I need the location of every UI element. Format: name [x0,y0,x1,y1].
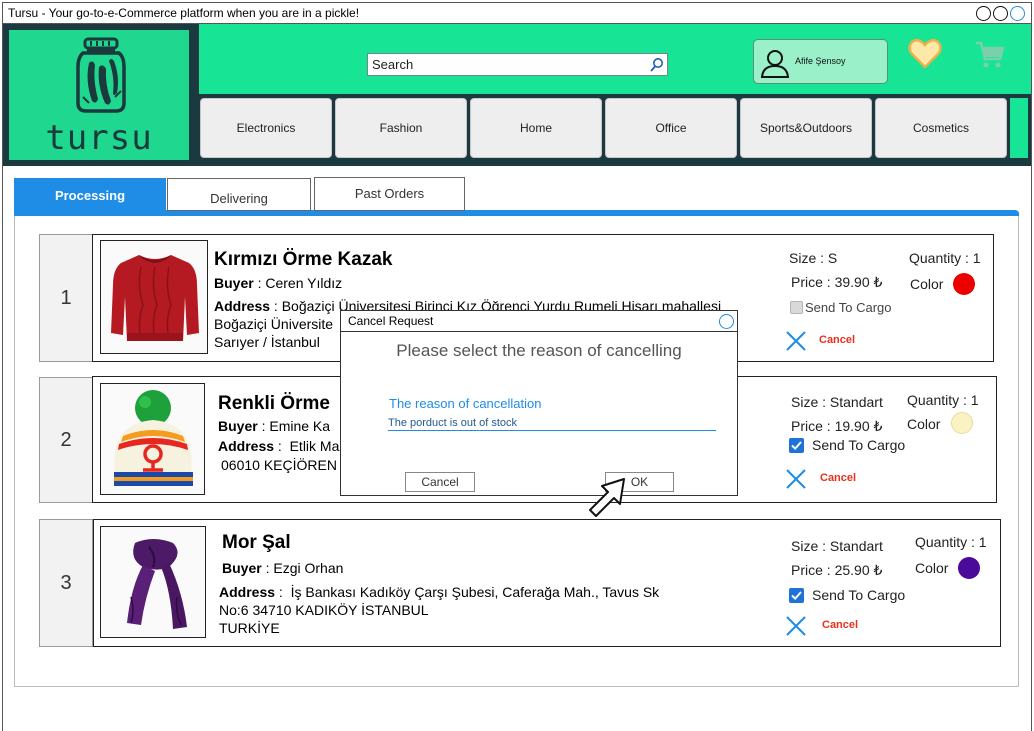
logo-text: tursu [45,118,153,158]
product-quantity: Quantity : 1 [907,392,979,408]
order-number: 1 [39,234,93,362]
product-quantity: Quantity : 1 [909,250,981,266]
logo[interactable]: tursu [9,30,189,160]
product-price: Price : 19.90 ₺ [791,418,883,434]
search-icon[interactable] [649,57,664,73]
buyer-label: Buyer [218,418,258,434]
cancel-order-button[interactable]: Cancel [820,472,856,484]
maximize-button[interactable] [993,6,1008,21]
reason-field[interactable]: The porduct is out of stock [388,417,716,431]
address-label: Address [214,298,271,314]
send-to-cargo-checkbox[interactable] [790,301,803,314]
heart-icon[interactable] [908,38,942,70]
nav-sports-outdoors[interactable]: Sports&Outdoors [740,98,872,158]
user-name: Afife Şensoy [795,56,846,66]
color-swatch [958,557,980,579]
product-image-sweater [100,240,208,354]
cancel-x-icon[interactable] [785,615,807,637]
buyer-label: Buyer [214,275,254,291]
nav-office[interactable]: Office [605,98,737,158]
nav-fashion[interactable]: Fashion [335,98,467,158]
address-line-1: İş Bankası Kadıköy Çarşı Şubesi, Caferağ… [290,584,660,600]
cancel-order-button[interactable]: Cancel [819,334,855,346]
address-line-1: Etlik Ma [289,438,340,454]
buyer-name: Ezgi Orhan [273,560,344,576]
color-label: Color [907,416,941,432]
reason-label: The reason of cancellation [389,396,542,411]
order-number: 2 [39,377,93,503]
dialog-title-bar: Cancel Request [341,311,737,332]
address-line-3: TURKİYE [219,620,280,636]
window-title: Tursu - Your go-to-e-Commerce platform w… [8,6,360,20]
tab-delivering[interactable]: Delivering [167,178,311,211]
nav-home[interactable]: Home [470,98,602,158]
search-input[interactable]: Search [367,53,668,76]
color-swatch [951,412,973,434]
title-bar: Tursu - Your go-to-e-Commerce platform w… [3,3,1031,24]
product-price: Price : 25.90 ₺ [791,562,883,578]
order-number: 3 [39,519,93,647]
product-size: Size : S [789,250,838,266]
product-name: Mor Şal [222,532,291,553]
product-size: Size : Standart [791,538,883,554]
product-size: Size : Standart [791,394,883,410]
cart-icon[interactable] [975,40,1005,70]
product-image-scarf [100,526,206,638]
product-quantity: Quantity : 1 [915,534,987,550]
nav-end [1010,98,1028,158]
search-placeholder: Search [372,57,414,72]
send-to-cargo-label[interactable]: Send To Cargo [805,300,892,315]
color-label: Color [910,276,944,292]
cancel-request-dialog: Cancel Request Please select the reason … [340,310,738,496]
check-icon [791,591,802,601]
nav-cosmetics[interactable]: Cosmetics [875,98,1007,158]
address-label: Address [218,438,275,454]
check-icon [791,441,802,451]
close-window-button[interactable] [1010,6,1025,21]
address-line-2: 06010 KEÇİÖREN [221,457,337,473]
send-to-cargo-checkbox[interactable] [789,588,804,603]
send-to-cargo-checkbox[interactable] [789,438,804,453]
buyer-label: Buyer [222,560,262,576]
send-to-cargo-label[interactable]: Send To Cargo [812,437,905,453]
cancel-order-button[interactable]: Cancel [822,619,858,631]
nav-electronics[interactable]: Electronics [200,98,332,158]
user-account-button[interactable]: Afife Şensoy [753,39,888,84]
mouse-pointer-icon [589,478,625,517]
dialog-title: Cancel Request [348,314,434,328]
address-line-2: No:6 34710 KADIKÖY İSTANBUL [219,602,429,618]
send-to-cargo-label[interactable]: Send To Cargo [812,587,905,603]
cancel-x-icon[interactable] [785,330,807,352]
address-label: Address [219,584,276,600]
dialog-close-button[interactable] [719,314,734,329]
tab-processing[interactable]: Processing [14,178,166,212]
user-icon [760,50,790,78]
address-line-3: Sarıyer / İstanbul [214,334,320,350]
tab-past-orders[interactable]: Past Orders [314,177,465,211]
address-line-2: Boğaziçi Üniversite [214,316,334,332]
pickle-jar-logo-icon [76,37,126,113]
cancel-x-icon[interactable] [785,468,807,490]
product-price: Price : 39.90 ₺ [791,274,883,290]
product-name: Kırmızı Örme Kazak [214,249,393,270]
color-swatch [953,273,975,295]
buyer-name: Emine Ka [269,418,331,434]
minimize-button[interactable] [976,6,991,21]
dialog-heading: Please select the reason of cancelling [396,341,682,360]
color-label: Color [915,560,949,576]
dialog-cancel-button[interactable]: Cancel [405,472,475,492]
product-image-beanie [100,383,205,495]
buyer-name: Ceren Yıldız [265,275,343,291]
product-name: Renkli Örme [218,393,330,414]
